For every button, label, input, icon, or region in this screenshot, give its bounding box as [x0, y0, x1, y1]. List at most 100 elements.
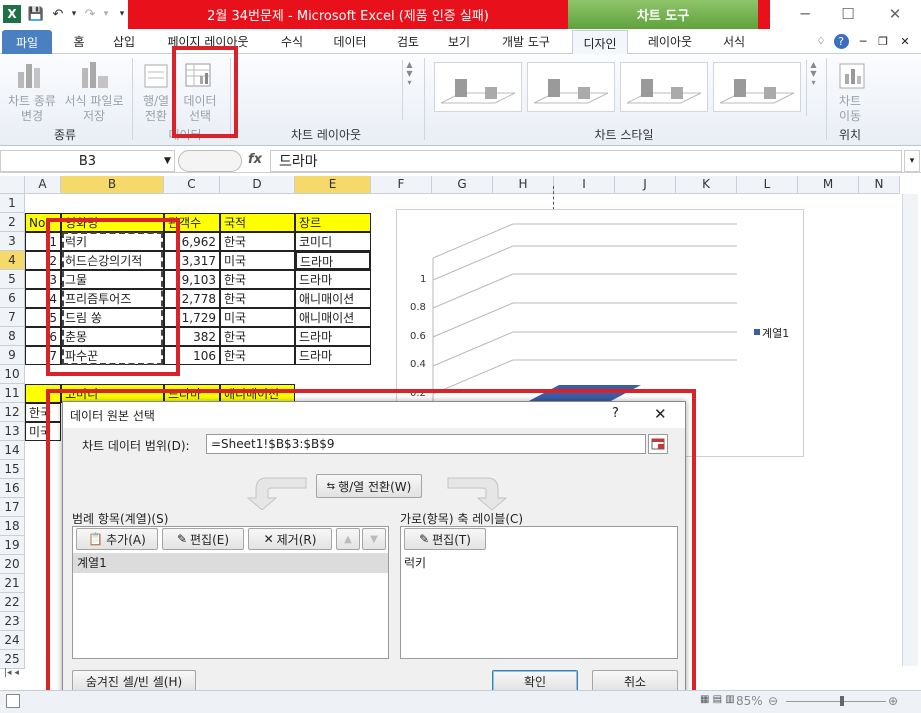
cell-d4[interactable]: 미국: [220, 251, 295, 270]
row-header-1[interactable]: 1: [0, 194, 25, 213]
workbook-close-icon[interactable]: ✕: [898, 29, 912, 54]
redo-icon[interactable]: ↷: [82, 6, 98, 22]
tab-design[interactable]: 디자인: [572, 30, 628, 55]
row-header-20[interactable]: 20: [0, 555, 25, 574]
macro-record-icon[interactable]: [6, 694, 20, 708]
save-icon[interactable]: 💾: [28, 6, 44, 22]
cell-d9[interactable]: 한국: [220, 346, 295, 365]
tab-home[interactable]: 홈: [62, 29, 96, 54]
row-header-4[interactable]: 4: [0, 251, 25, 270]
cell-e6[interactable]: 애니매이션: [295, 289, 371, 308]
tab-developer[interactable]: 개발 도구: [492, 29, 560, 54]
column-header-l[interactable]: L: [737, 176, 798, 194]
row-header-11[interactable]: 11: [0, 384, 25, 403]
help-icon[interactable]: ?: [832, 29, 850, 54]
cell-d6[interactable]: 한국: [220, 289, 295, 308]
move-chart-button[interactable]: 차트 이동: [830, 94, 870, 124]
row-header-16[interactable]: 16: [0, 479, 25, 498]
row-header-3[interactable]: 3: [0, 232, 25, 251]
row-header-5[interactable]: 5: [0, 270, 25, 289]
tab-formulas[interactable]: 수식: [272, 29, 312, 54]
column-header-i[interactable]: I: [554, 176, 615, 194]
tab-layout[interactable]: 레이아웃: [640, 29, 700, 54]
row-header-10[interactable]: 10: [0, 365, 25, 384]
cell-d5[interactable]: 한국: [220, 270, 295, 289]
cell-e9[interactable]: 드라마: [295, 346, 371, 365]
cell-e7[interactable]: 애니매이션: [295, 308, 371, 327]
column-header-f[interactable]: F: [371, 176, 432, 194]
row-header-17[interactable]: 17: [0, 498, 25, 517]
column-header-k[interactable]: K: [676, 176, 737, 194]
chart-layouts-scroll[interactable]: ▲ ▼ ▾: [402, 60, 416, 120]
row-header-7[interactable]: 7: [0, 308, 25, 327]
chart-style-3[interactable]: [620, 62, 708, 112]
minimize-ribbon-icon[interactable]: ♢: [812, 29, 830, 54]
cell-d7[interactable]: 미국: [220, 308, 295, 327]
row-header-21[interactable]: 21: [0, 574, 25, 593]
chart-style-2[interactable]: [527, 62, 615, 112]
vertical-scrollbar[interactable]: [902, 194, 918, 666]
row-header-14[interactable]: 14: [0, 441, 25, 460]
row-header-18[interactable]: 18: [0, 517, 25, 536]
zoom-in-icon[interactable]: ⊕: [888, 694, 898, 708]
redo-dropdown-icon[interactable]: ▾: [98, 6, 114, 22]
column-header-d[interactable]: D: [220, 176, 295, 194]
row-header-9[interactable]: 9: [0, 346, 25, 365]
expand-formula-icon[interactable]: ▾: [904, 150, 920, 172]
close-button[interactable]: ✕: [880, 4, 910, 24]
row-header-25[interactable]: 25: [0, 650, 25, 669]
tab-review[interactable]: 검토: [390, 29, 426, 54]
row-header-22[interactable]: 22: [0, 593, 25, 612]
cell-d2[interactable]: 국적: [220, 213, 295, 232]
row-header-8[interactable]: 8: [0, 327, 25, 346]
tab-file[interactable]: 파일: [2, 30, 52, 54]
column-header-n[interactable]: N: [859, 176, 900, 194]
column-header-a[interactable]: A: [25, 176, 61, 194]
name-box-dropdown-icon[interactable]: ▼: [164, 156, 171, 166]
zoom-level[interactable]: 85%: [736, 694, 763, 708]
row-header-6[interactable]: 6: [0, 289, 25, 308]
row-header-2[interactable]: 2: [0, 213, 25, 232]
row-header-15[interactable]: 15: [0, 460, 25, 479]
switch-row-col-button[interactable]: 행/열 전환: [136, 94, 176, 124]
change-chart-type-button[interactable]: 차트 종류 변경: [2, 94, 62, 124]
tab-data[interactable]: 데이터: [326, 29, 374, 54]
save-template-button[interactable]: 서식 파일로 저장: [60, 94, 128, 124]
column-header-c[interactable]: C: [164, 176, 220, 194]
column-header-e[interactable]: E: [295, 176, 371, 194]
zoom-slider-thumb[interactable]: [840, 696, 844, 706]
select-all-corner[interactable]: [0, 176, 25, 194]
column-header-b[interactable]: B: [61, 176, 164, 194]
column-header-h[interactable]: H: [493, 176, 554, 194]
tab-insert[interactable]: 삽입: [104, 29, 144, 54]
cell-e2[interactable]: 장르: [295, 213, 371, 232]
chart-style-1[interactable]: [434, 62, 522, 112]
cell-d3[interactable]: 한국: [220, 232, 295, 251]
row-header-13[interactable]: 13: [0, 422, 25, 441]
cell-e8[interactable]: 드라마: [295, 327, 371, 346]
tab-format[interactable]: 서식: [712, 29, 756, 54]
cell-e5[interactable]: 드라마: [295, 270, 371, 289]
insert-function-icon[interactable]: fx: [248, 152, 262, 167]
row-header-24[interactable]: 24: [0, 631, 25, 650]
chart-style-4[interactable]: [713, 62, 801, 112]
column-header-g[interactable]: G: [432, 176, 493, 194]
formula-bar-splitter[interactable]: [178, 150, 242, 172]
column-header-m[interactable]: M: [798, 176, 859, 194]
restore-button[interactable]: ☐: [833, 4, 863, 24]
cell-d8[interactable]: 한국: [220, 327, 295, 346]
undo-dropdown-icon[interactable]: ▾: [66, 6, 82, 22]
undo-icon[interactable]: ↶: [50, 6, 66, 22]
cell-e3[interactable]: 코미디: [295, 232, 371, 251]
cell-e4[interactable]: 드라마: [295, 251, 371, 270]
formula-input[interactable]: 드라마: [270, 150, 902, 172]
row-header-19[interactable]: 19: [0, 536, 25, 555]
column-header-j[interactable]: J: [615, 176, 676, 194]
name-box[interactable]: B3: [0, 150, 175, 172]
tab-view[interactable]: 보기: [440, 29, 478, 54]
minimize-button[interactable]: ─: [790, 4, 820, 24]
zoom-slider[interactable]: [786, 701, 886, 702]
sheet-nav-icons[interactable]: |◂ ◂: [4, 668, 44, 686]
workbook-minimize-icon[interactable]: ─: [856, 29, 870, 54]
workbook-restore-icon[interactable]: ❐: [876, 29, 890, 54]
